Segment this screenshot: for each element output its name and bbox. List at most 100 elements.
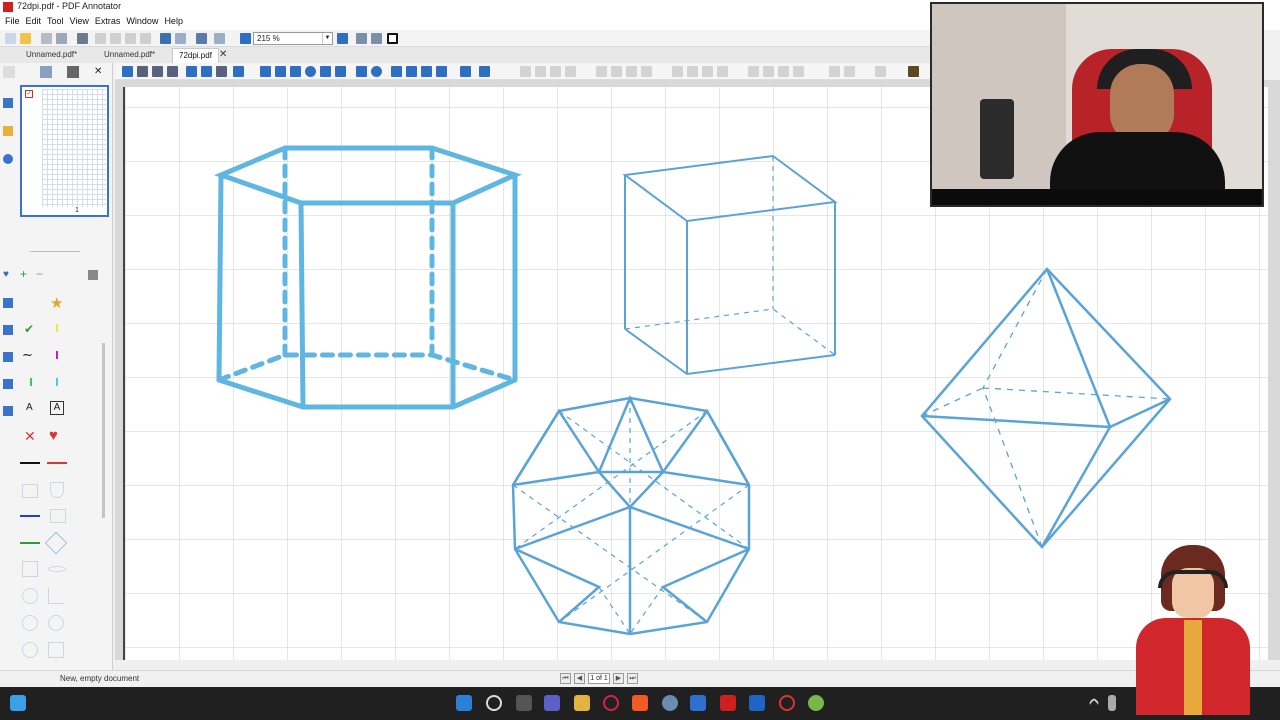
circle-shape-icon[interactable]	[48, 615, 64, 631]
opera-icon[interactable]	[603, 695, 619, 711]
tab-72dpi[interactable]: 72dpi.pdf	[172, 48, 219, 63]
zoom-tool-icon[interactable]	[167, 66, 178, 77]
align-bottom-icon[interactable]	[702, 66, 713, 77]
heart-icon[interactable]: ♥	[49, 427, 58, 444]
cube-shape-icon[interactable]	[22, 484, 38, 498]
word-icon[interactable]	[749, 695, 765, 711]
new-doc-icon[interactable]	[5, 33, 16, 44]
cross-icon[interactable]: ✕	[24, 428, 36, 445]
teams-icon[interactable]	[544, 695, 560, 711]
tab-unnamed-1[interactable]: Unnamed.pdf*	[20, 48, 83, 63]
yellow-highlighter-icon[interactable]	[56, 324, 58, 332]
binoculars-icon[interactable]	[196, 33, 207, 44]
star-icon[interactable]: ★	[50, 294, 63, 312]
tools-icon[interactable]	[67, 66, 79, 78]
line-icon[interactable]	[260, 66, 271, 77]
menu-tool[interactable]: Tool	[46, 14, 69, 30]
menu-edit[interactable]: Edit	[25, 14, 47, 30]
wrench-icon[interactable]	[88, 270, 98, 280]
next-page-icon[interactable]: ▶	[613, 673, 624, 684]
group-icon[interactable]	[520, 66, 531, 77]
menu-window[interactable]: Window	[125, 14, 163, 30]
unlock-icon[interactable]	[565, 66, 576, 77]
box-shape-icon[interactable]	[50, 509, 66, 523]
cut-icon[interactable]	[95, 33, 106, 44]
splitter[interactable]	[30, 251, 80, 252]
black-arrow-icon[interactable]	[20, 462, 40, 464]
distribute-icon[interactable]	[641, 66, 652, 77]
save-as-icon[interactable]	[56, 33, 67, 44]
pyramid-shape-icon[interactable]	[22, 561, 38, 577]
triangle-shape-icon[interactable]	[48, 588, 64, 604]
rectangle-icon[interactable]	[290, 66, 301, 77]
tray-chevron-icon[interactable]	[1088, 697, 1100, 709]
stamp-icon[interactable]	[214, 33, 225, 44]
align-right-icon[interactable]	[626, 66, 637, 77]
delete-icon[interactable]	[140, 33, 151, 44]
open-icon[interactable]	[20, 33, 31, 44]
save-icon[interactable]	[41, 33, 52, 44]
page-indicator[interactable]: 1 of 1	[588, 673, 610, 684]
rotate-left-icon[interactable]	[778, 66, 789, 77]
page-icon[interactable]	[3, 66, 15, 78]
select-arrow-icon[interactable]	[122, 66, 133, 77]
fit-width-icon[interactable]	[371, 33, 382, 44]
green-arrow-icon[interactable]	[20, 542, 40, 544]
icosahedron-shape-icon[interactable]	[22, 615, 38, 631]
camera-icon[interactable]	[391, 66, 402, 77]
flip-vertical-icon[interactable]	[763, 66, 774, 77]
sigma-icon[interactable]	[460, 66, 471, 77]
heart-favorites-icon[interactable]	[479, 66, 490, 77]
print-icon[interactable]	[77, 33, 88, 44]
blue-arrow-icon[interactable]	[20, 515, 40, 517]
text-box-icon[interactable]: A	[50, 401, 64, 415]
paste-icon[interactable]	[125, 33, 136, 44]
menu-view[interactable]: View	[69, 14, 94, 30]
cyan-highlighter-icon[interactable]	[56, 378, 58, 386]
pen-tool-icon[interactable]	[186, 66, 197, 77]
windows-start-icon[interactable]	[456, 695, 472, 711]
bring-front-icon[interactable]	[829, 66, 840, 77]
color-picker-icon[interactable]	[421, 66, 432, 77]
align-top-icon[interactable]	[672, 66, 683, 77]
red-arrow-icon[interactable]	[47, 462, 67, 464]
favorites-heart-icon[interactable]: ♥	[3, 270, 13, 280]
green-highlighter-icon[interactable]	[30, 378, 32, 386]
file-explorer-icon[interactable]	[574, 695, 590, 711]
undo-icon[interactable]	[160, 33, 171, 44]
brave-icon[interactable]	[632, 695, 648, 711]
crop-icon[interactable]	[406, 66, 417, 77]
arrow-icon[interactable]	[275, 66, 286, 77]
zoom-out-icon[interactable]	[240, 33, 251, 44]
text-a-icon[interactable]: A	[26, 402, 33, 413]
remove-icon[interactable]: −	[36, 268, 43, 280]
page-thumbnail[interactable]: ✓ 1	[20, 85, 109, 217]
calculator-icon[interactable]	[690, 695, 706, 711]
menu-file[interactable]: File	[4, 14, 25, 30]
task-view-icon[interactable]	[516, 695, 532, 711]
ellipse-icon[interactable]	[305, 66, 316, 77]
close-panel-icon[interactable]: ✕	[94, 66, 102, 77]
redo-icon[interactable]	[175, 33, 186, 44]
prev-page-icon[interactable]: ◀	[574, 673, 585, 684]
sphere-shape-icon[interactable]	[22, 588, 38, 604]
pentagon-shape-icon[interactable]	[48, 642, 64, 658]
settings-gear-icon[interactable]	[662, 695, 678, 711]
text-insert-icon[interactable]	[216, 66, 227, 77]
paint-icon[interactable]	[436, 66, 447, 77]
zoom-select[interactable]: 215 % ▼	[253, 32, 333, 45]
ruler-icon[interactable]	[335, 66, 346, 77]
first-page-icon[interactable]: ⏮	[560, 673, 571, 684]
align-center-icon[interactable]	[611, 66, 622, 77]
ungroup-icon[interactable]	[535, 66, 546, 77]
send-back-icon[interactable]	[844, 66, 855, 77]
last-page-icon[interactable]: ⏭	[627, 673, 638, 684]
layout-icon[interactable]	[40, 66, 52, 78]
side-scrollbar[interactable]	[102, 343, 105, 518]
zoom-in-icon[interactable]	[337, 33, 348, 44]
menu-extras[interactable]: Extras	[94, 14, 126, 30]
tab-unnamed-2[interactable]: Unnamed.pdf*	[98, 48, 161, 63]
magenta-highlighter-icon[interactable]	[56, 351, 58, 359]
select-text-icon[interactable]	[137, 66, 148, 77]
properties-icon[interactable]	[875, 66, 886, 77]
